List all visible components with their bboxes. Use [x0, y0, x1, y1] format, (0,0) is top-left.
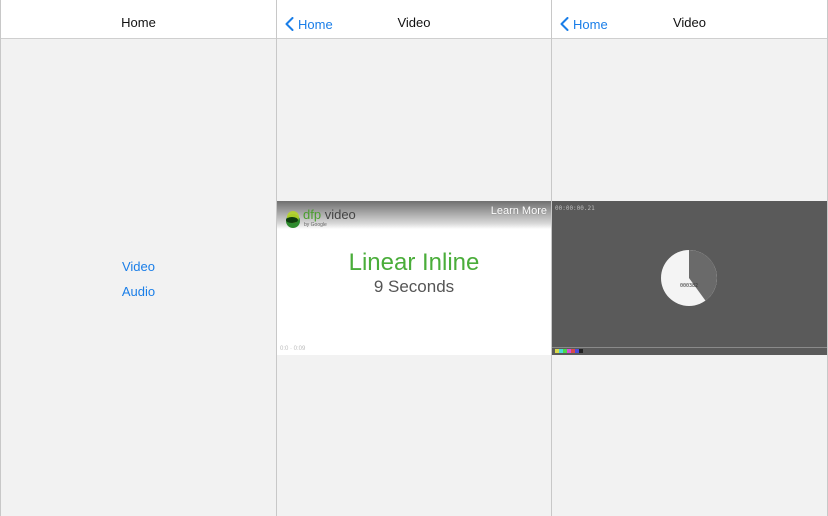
dfp-brand-mark: dfp — [303, 207, 322, 222]
ad-video-player[interactable]: dfp video by Google Learn More Linear In… — [277, 201, 551, 355]
ad-headline: Linear Inline — [348, 249, 480, 276]
video-progress-line — [552, 347, 827, 348]
content-video-player[interactable]: 00:00:00.21 000382 — [552, 201, 827, 355]
color-bars-icon — [555, 349, 583, 353]
dfp-logo-icon — [286, 211, 300, 228]
video-timecode: 00:00:00.21 — [555, 205, 595, 212]
ad-timer: 0:0 · 0:09 — [280, 346, 306, 352]
back-label: Home — [298, 16, 333, 32]
back-button[interactable]: Home — [285, 15, 333, 33]
learn-more-link[interactable]: Learn More — [491, 205, 547, 217]
dfp-brand-suffix: video — [324, 207, 356, 222]
chevron-left-icon — [560, 17, 569, 31]
video-ad-screen: Home Video dfp video by Google Learn Mor… — [277, 0, 552, 516]
video-content-screen: Home Video 00:00:00.21 000382 — [552, 0, 828, 516]
menu-item-audio[interactable]: Audio — [1, 283, 276, 308]
chevron-left-icon — [285, 17, 294, 31]
ad-subline: 9 Seconds — [373, 277, 455, 296]
home-screen: Home Video Audio — [0, 0, 277, 516]
menu-item-video[interactable]: Video — [1, 258, 276, 283]
video-frame-counter: 000382 — [679, 283, 699, 289]
dfp-brand: dfp video — [303, 207, 356, 222]
back-button[interactable]: Home — [560, 15, 608, 33]
video-content-navbar: Home Video — [552, 0, 827, 39]
home-title: Home — [121, 15, 156, 30]
back-label: Home — [573, 16, 608, 32]
countdown-pie-icon — [661, 250, 717, 306]
video-ad-navbar: Home Video — [277, 0, 551, 39]
home-navbar: Home — [1, 0, 276, 39]
home-menu: Video Audio — [1, 258, 276, 308]
dfp-brand-sub: by Google — [304, 222, 327, 228]
